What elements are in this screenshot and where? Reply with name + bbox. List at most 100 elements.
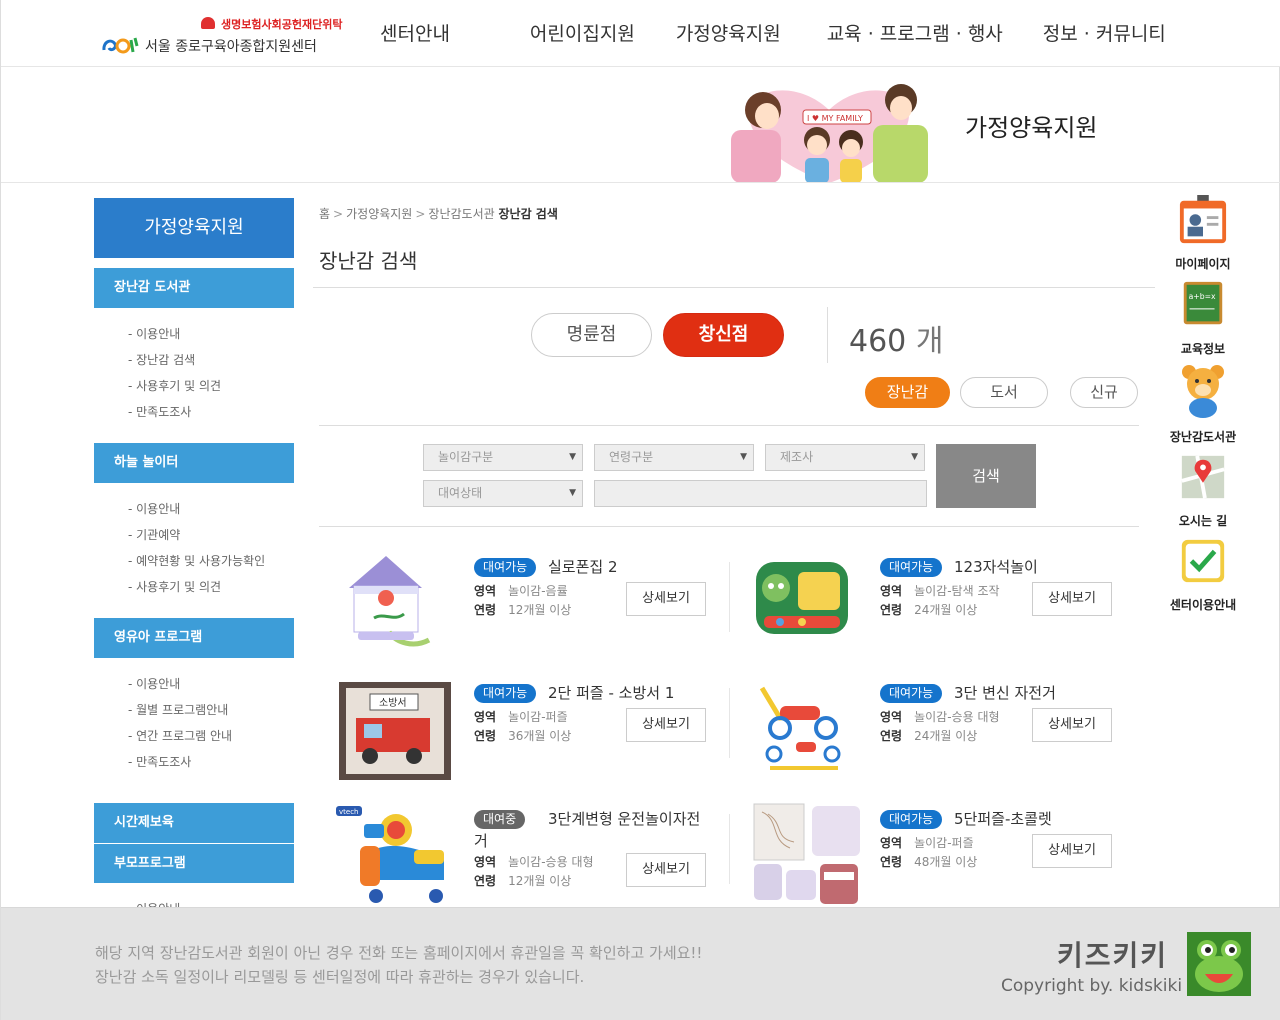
side-nav-infant-program[interactable]: 영유아 프로그램 [94, 618, 294, 658]
breadcrumb-level1[interactable]: 가정양육지원 [346, 207, 412, 221]
product-age: 연령 12개월 이상 [474, 872, 571, 889]
age-value: 48개월 이상 [914, 855, 978, 869]
quick-education[interactable]: a+b=x 교육정보 [1163, 280, 1243, 357]
age-value: 12개월 이상 [508, 603, 572, 617]
product-area: 영역 놀이감-음률 [474, 582, 568, 599]
side-nav-item-reservation[interactable]: - 기관예약 [128, 522, 294, 548]
breadcrumb-current: 장난감 검색 [498, 207, 558, 221]
nav-education-program[interactable]: 교육 · 프로그램 · 행사 [827, 0, 1003, 67]
age-value: 24개월 이상 [914, 603, 978, 617]
result-count: 460 개 [849, 316, 943, 360]
site-name: 서울 종로구육아종합지원센터 [145, 39, 317, 55]
side-nav-toy-library[interactable]: 장난감 도서관 [94, 268, 294, 308]
product-card: 실로폰집 2 대여가능 영역 놀이감-음률 연령 12개월 이상 상세보기 [334, 548, 734, 658]
product-age: 연령 48개월 이상 [880, 853, 977, 870]
side-nav-item-usage-guide[interactable]: - 이용안내 [128, 671, 294, 697]
side-nav-item-reviews[interactable]: - 사용후기 및 의견 [128, 373, 294, 399]
product-thumbnail[interactable] [740, 800, 865, 910]
result-count-value: 460 [849, 324, 907, 359]
frog-mascot-icon [1187, 932, 1251, 996]
side-nav-sky-playground-list: - 이용안내 - 기관예약 - 예약현황 및 사용가능확인 - 사용후기 및 의… [94, 483, 294, 608]
maker-select-value: 제조사 [780, 450, 814, 464]
detail-button[interactable]: 상세보기 [1032, 708, 1112, 742]
product-area: 영역 놀이감-승용 대형 [880, 708, 1000, 725]
keyword-input[interactable] [594, 480, 927, 507]
site-logo[interactable]: 생명보험사회공헌재단위탁 서울 종로구육아종합지원센터 [101, 14, 342, 58]
header: 생명보험사회공헌재단위탁 서울 종로구육아종합지원센터 센터안내 어린이집지원 … [1, 0, 1280, 67]
side-nav-item-reviews[interactable]: - 사용후기 및 의견 [128, 574, 294, 600]
product-divider [729, 814, 730, 884]
heart-icon [201, 17, 215, 29]
breadcrumb-level2[interactable]: 장난감도서관 [428, 207, 494, 221]
detail-button[interactable]: 상세보기 [626, 582, 706, 616]
nav-info-community[interactable]: 정보 · 커뮤니티 [1043, 0, 1166, 67]
logo-mark-icon [102, 37, 139, 54]
side-nav-item-reservation-status[interactable]: - 예약현황 및 사용가능확인 [128, 548, 294, 574]
quick-center-guide-label: 센터이용안내 [1169, 598, 1237, 612]
product-area: 영역 놀이감-탐색 조작 [880, 582, 1000, 599]
product-age: 연령 24개월 이상 [880, 601, 977, 618]
age-label: 연령 [880, 729, 903, 743]
type-book-tab[interactable]: 도서 [960, 377, 1048, 408]
status-badge: 대여가능 [880, 558, 943, 577]
caret-down-icon: ▼ [740, 452, 747, 462]
detail-button[interactable]: 상세보기 [626, 853, 706, 887]
product-divider [729, 562, 730, 632]
product-thumbnail[interactable]: 소방서 [334, 674, 459, 784]
nav-daycare-support[interactable]: 어린이집지원 [530, 0, 635, 67]
side-nav-item-survey[interactable]: - 만족도조사 [128, 749, 294, 775]
side-nav-parent-program[interactable]: 부모프로그램 [94, 843, 294, 883]
area-label: 영역 [474, 710, 497, 724]
rental-status-select[interactable]: 대여상태 ▼ [423, 480, 583, 507]
side-nav-item-usage-guide[interactable]: - 이용안내 [128, 496, 294, 522]
product-thumbnail[interactable]: vtech [334, 800, 459, 910]
map-pin-icon [1181, 455, 1225, 499]
age-select[interactable]: 연령구분 ▼ [594, 444, 754, 471]
detail-button[interactable]: 상세보기 [626, 708, 706, 742]
checkbox-icon [1181, 539, 1225, 583]
side-nav-item-annual-program[interactable]: - 연간 프로그램 안내 [128, 723, 294, 749]
search-button[interactable]: 검색 [936, 444, 1036, 508]
nav-home-parenting[interactable]: 가정양육지원 [676, 0, 781, 67]
side-nav-item-usage-guide[interactable]: - 이용안내 [128, 321, 294, 347]
quick-mypage-label: 마이페이지 [1175, 257, 1231, 271]
age-value: 36개월 이상 [508, 729, 572, 743]
side-nav-item-monthly-program[interactable]: - 월별 프로그램안내 [128, 697, 294, 723]
side-nav-hourly-care[interactable]: 시간제보육 [94, 803, 294, 843]
maker-select[interactable]: 제조사 ▼ [765, 444, 925, 471]
play-type-select[interactable]: 놀이감구분 ▼ [423, 444, 583, 471]
product-card: 5단퍼즐-초콜렛 대여가능 영역 놀이감-퍼즐 연령 48개월 이상 상세보기 [740, 800, 1140, 910]
footer-brand: 키즈키키 [1057, 939, 1169, 972]
branch-changsin-button[interactable]: 창신점 [663, 313, 784, 357]
product-thumbnail[interactable] [740, 674, 865, 784]
chevron-right-icon: > [333, 207, 344, 221]
type-new-tab[interactable]: 신규 [1070, 377, 1138, 408]
status-badge: 대여가능 [880, 684, 943, 703]
banner-title: 가정양육지원 [965, 114, 1098, 142]
product-thumbnail[interactable] [740, 548, 865, 658]
product-area: 영역 놀이감-퍼즐 [474, 708, 568, 725]
age-value: 12개월 이상 [508, 874, 572, 888]
quick-mypage[interactable]: 마이페이지 [1163, 195, 1243, 272]
quick-center-guide[interactable]: 센터이용안내 [1163, 536, 1243, 613]
detail-button[interactable]: 상세보기 [1032, 582, 1112, 616]
type-toy-tab[interactable]: 장난감 [865, 377, 950, 408]
footer-copyright: Copyright by. kidskiki [1001, 976, 1183, 996]
nav-center-info[interactable]: 센터안내 [380, 0, 450, 67]
quick-directions[interactable]: 오시는 길 [1163, 452, 1243, 529]
side-nav-item-survey[interactable]: - 만족도조사 [128, 399, 294, 425]
area-label: 영역 [880, 836, 903, 850]
side-nav-sky-playground[interactable]: 하늘 놀이터 [94, 443, 294, 483]
quick-toy-library[interactable]: 장난감도서관 [1163, 362, 1243, 445]
chalkboard-icon: a+b=x [1183, 281, 1223, 325]
branch-myeongnyun-button[interactable]: 명륜점 [531, 313, 652, 357]
footer-notice-2: 장난감 소독 일정이나 리모델링 등 센터일정에 따라 휴관하는 경우가 있습니… [95, 968, 585, 986]
detail-button[interactable]: 상세보기 [1032, 834, 1112, 868]
area-value: 놀이감-퍼즐 [914, 836, 974, 850]
id-card-icon [1179, 195, 1227, 244]
product-thumbnail[interactable] [334, 548, 459, 658]
side-nav-item-toy-search[interactable]: - 장난감 검색 [128, 347, 294, 373]
breadcrumb-home[interactable]: 홈 [319, 207, 330, 221]
area-value: 놀이감-퍼즐 [508, 710, 568, 724]
caret-down-icon: ▼ [569, 488, 576, 498]
